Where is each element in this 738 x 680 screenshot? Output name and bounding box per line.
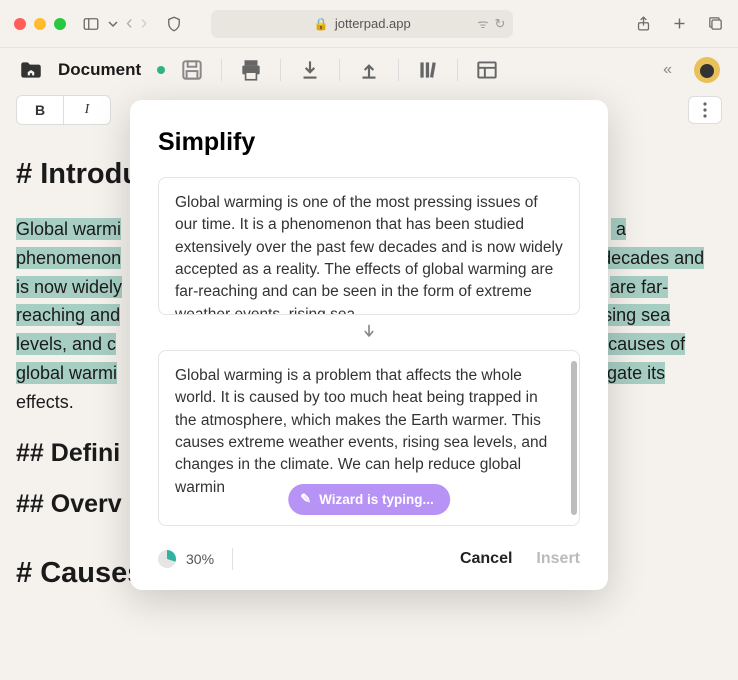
shield-icon[interactable] [165, 15, 183, 33]
library-icon[interactable] [415, 57, 441, 83]
collapse-toolbar-icon[interactable]: « [663, 61, 672, 79]
print-icon[interactable] [238, 57, 264, 83]
new-tab-icon[interactable] [670, 15, 688, 33]
simplify-dialog: Simplify Global warming is one of the mo… [130, 100, 608, 590]
cancel-button[interactable]: Cancel [460, 550, 512, 568]
sidebar-toggle-icon[interactable] [82, 15, 100, 33]
url-text: jotterpad.app [335, 16, 411, 31]
minimize-window-icon[interactable] [34, 18, 46, 30]
home-folder-icon[interactable] [18, 57, 44, 83]
bold-button[interactable]: B [17, 96, 63, 124]
window-controls [14, 18, 66, 30]
dialog-footer: 30% Cancel Insert [144, 526, 594, 572]
close-window-icon[interactable] [14, 18, 26, 30]
save-icon[interactable] [179, 57, 205, 83]
dialog-title: Simplify [144, 128, 594, 177]
wand-icon: ✎ [300, 490, 311, 509]
more-format-button[interactable] [688, 96, 722, 124]
reload-icon[interactable]: ↻ [494, 16, 505, 32]
layout-icon[interactable] [474, 57, 500, 83]
back-button[interactable]: ‹ [126, 12, 133, 35]
italic-button[interactable]: I [64, 96, 110, 124]
upload-icon[interactable] [356, 57, 382, 83]
address-bar[interactable]: 🔒 jotterpad.app ᯤ ↻ [211, 10, 513, 38]
progress-percent: 30% [186, 551, 214, 567]
tabs-icon[interactable] [706, 15, 724, 33]
output-text-box[interactable]: Global warming is a problem that affects… [158, 350, 580, 526]
download-icon[interactable] [297, 57, 323, 83]
share-icon[interactable] [634, 15, 652, 33]
browser-toolbar: ‹ › 🔒 jotterpad.app ᯤ ↻ [0, 0, 738, 48]
arrow-down-icon [144, 315, 594, 350]
maximize-window-icon[interactable] [54, 18, 66, 30]
app-toolbar: Document « [0, 48, 738, 92]
progress-ring-icon [158, 550, 176, 568]
dropdown-icon[interactable] [108, 15, 118, 33]
reader-icon[interactable]: ᯤ [477, 15, 488, 32]
forward-button[interactable]: › [141, 12, 148, 35]
insert-button[interactable]: Insert [536, 550, 580, 568]
scrollbar-thumb[interactable] [571, 361, 577, 515]
wizard-typing-badge: ✎ Wizard is typing... [288, 484, 450, 515]
document-title[interactable]: Document [58, 60, 141, 80]
avatar[interactable] [694, 57, 720, 83]
lock-icon: 🔒 [314, 17, 329, 31]
sync-status-icon [157, 66, 165, 74]
input-text-box[interactable]: Global warming is one of the most pressi… [158, 177, 580, 315]
